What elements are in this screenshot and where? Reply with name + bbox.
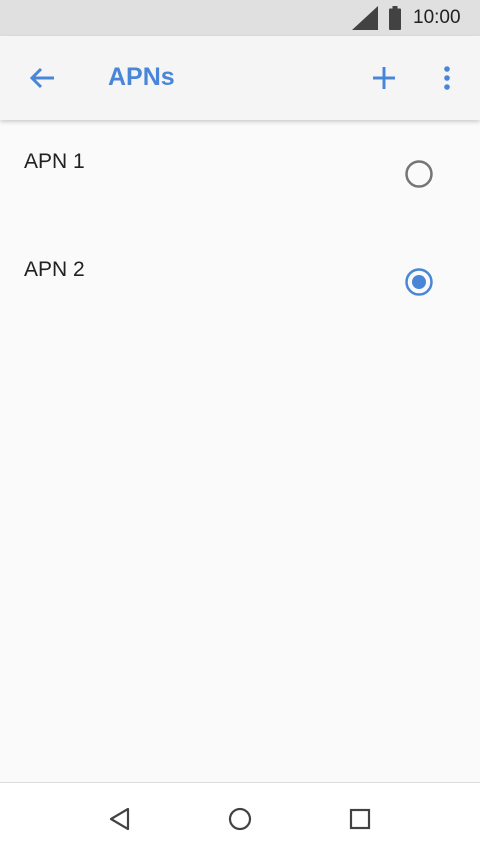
back-button[interactable] xyxy=(22,58,62,98)
apn-list: APN 1 APN 2 xyxy=(0,121,480,337)
apn-name: APN 1 xyxy=(24,150,85,173)
radio-selected-icon[interactable] xyxy=(404,267,434,297)
apn-name: APN 2 xyxy=(24,258,85,281)
battery-icon xyxy=(389,6,401,30)
page-title: APNs xyxy=(108,63,175,91)
nav-back-button[interactable] xyxy=(104,803,136,835)
apn-list-item-1[interactable]: APN 1 xyxy=(0,121,480,229)
navigation-bar xyxy=(0,782,480,855)
add-apn-button[interactable] xyxy=(364,58,404,98)
radio-unselected-icon[interactable] xyxy=(404,159,434,189)
apn-list-item-2[interactable]: APN 2 xyxy=(0,229,480,337)
app-bar: APNs xyxy=(0,36,480,120)
status-bar: 10:00 xyxy=(0,0,480,36)
cellular-signal-icon xyxy=(352,6,378,30)
square-recents-icon xyxy=(349,808,371,830)
arrow-back-icon xyxy=(29,67,54,89)
nav-recents-button[interactable] xyxy=(344,803,376,835)
more-options-button[interactable] xyxy=(428,58,468,98)
more-vert-icon xyxy=(444,66,450,90)
status-time: 10:00 xyxy=(413,7,461,28)
triangle-back-icon xyxy=(109,807,130,831)
circle-home-icon xyxy=(228,807,252,831)
plus-icon xyxy=(373,67,395,89)
nav-home-button[interactable] xyxy=(224,803,256,835)
